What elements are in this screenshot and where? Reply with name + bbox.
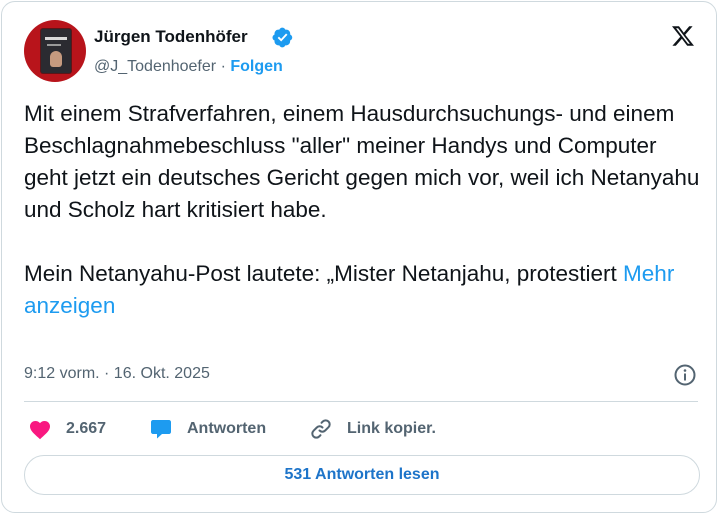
copy-link-button[interactable]: Link kopier. [309, 416, 436, 442]
author-name[interactable]: Jürgen Todenhöfer [94, 27, 248, 47]
x-logo-icon[interactable] [670, 24, 696, 48]
author-handle[interactable]: @J_Todenhoefer [94, 58, 216, 75]
handle-row: @J_Todenhoefer · Folgen [94, 58, 283, 76]
tweet-timestamp[interactable]: 9:12 vorm. · 16. Okt. 2025 [24, 365, 210, 383]
read-replies-label: 531 Antworten lesen [284, 466, 440, 483]
info-icon[interactable] [673, 363, 697, 387]
heart-icon [30, 421, 50, 440]
verified-badge-icon [272, 27, 293, 48]
reply-bubble-icon [151, 420, 171, 439]
divider [24, 401, 698, 402]
read-replies-button[interactable]: 531 Antworten lesen [24, 455, 700, 495]
tweet-body: Mit einem Strafverfahren, einem Hausdurc… [24, 101, 700, 286]
avatar[interactable] [24, 20, 86, 82]
tweet-text: Mit einem Strafverfahren, einem Hausdurc… [24, 98, 704, 322]
like-count: 2.667 [66, 420, 107, 437]
handle-separator: · [220, 58, 226, 75]
link-icon [311, 419, 331, 439]
follow-button[interactable]: Folgen [230, 58, 282, 75]
reply-label: Antworten [187, 420, 267, 437]
reply-button[interactable]: Antworten [149, 416, 266, 442]
copy-link-label: Link kopier. [347, 420, 436, 437]
avatar-book-image [41, 29, 71, 73]
tweet-embed-card: Jürgen Todenhöfer @J_Todenhoefer · Folge… [1, 1, 717, 513]
like-button[interactable]: 2.667 [28, 416, 106, 442]
